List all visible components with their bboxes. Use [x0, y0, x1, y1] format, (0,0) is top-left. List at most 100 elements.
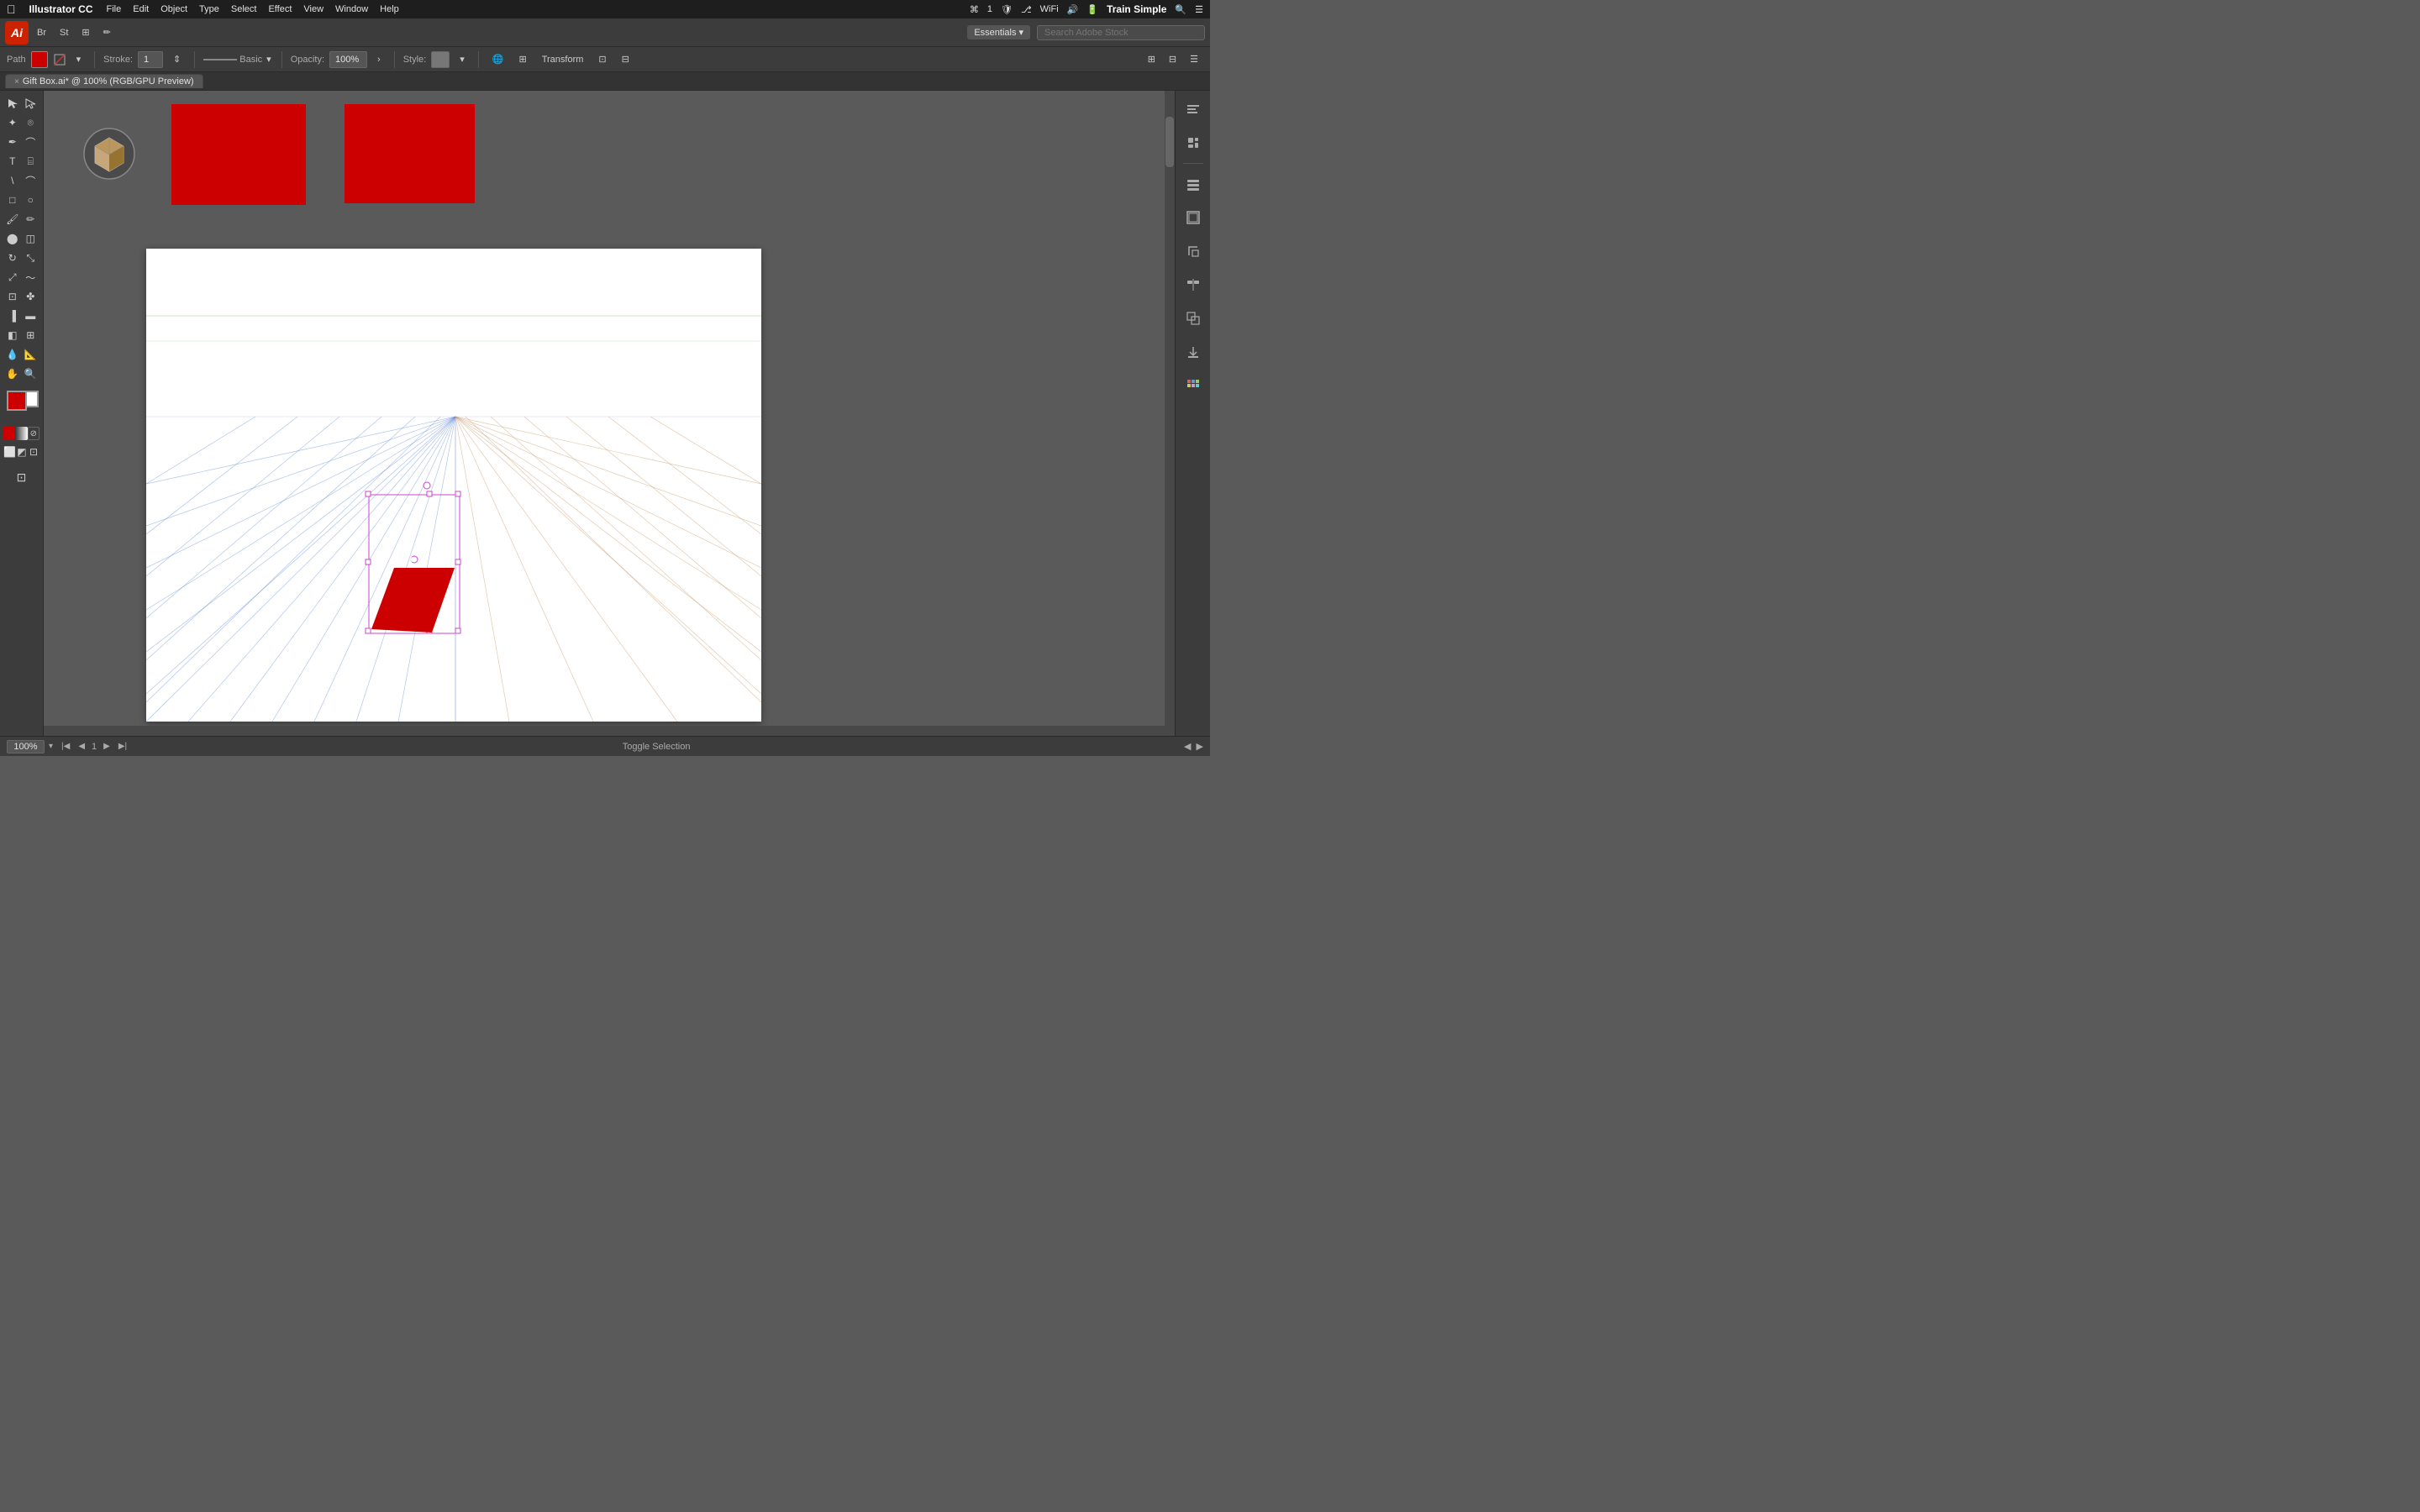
draw-mode-button[interactable]: ⊡ [10, 465, 34, 489]
opacity-more-button[interactable]: › [372, 53, 386, 66]
asset-export-icon[interactable] [1180, 339, 1207, 365]
spotlight-icon[interactable]: 🔍 [1175, 4, 1186, 15]
bounding-box-button[interactable]: ⊡ [593, 52, 611, 66]
ellipse-tool[interactable]: ○ [22, 191, 40, 209]
fill-none-button[interactable] [53, 53, 66, 66]
notification-center-icon[interactable]: ☰ [1195, 4, 1203, 15]
zoom-input[interactable]: 100% [7, 740, 45, 753]
reshape-tool[interactable]: ⤢ [3, 268, 22, 286]
right-panel-divider [1183, 163, 1203, 164]
stroke-options-button[interactable]: ▾ [71, 52, 87, 66]
mesh-tool[interactable]: ⊞ [22, 326, 40, 344]
style-value-box[interactable] [431, 51, 450, 68]
document-tab[interactable]: × Gift Box.ai* @ 100% (RGB/GPU Preview) [5, 74, 203, 88]
horizontal-scrollbar[interactable] [44, 726, 1165, 736]
pathfinder-panel-icon[interactable] [1180, 305, 1207, 332]
arc-tool[interactable]: ⌒ [22, 171, 40, 190]
opacity-value-box[interactable]: 100% [329, 51, 367, 68]
stroke-weight-box[interactable]: 1 [138, 51, 163, 68]
transform-panel-icon[interactable] [1180, 238, 1207, 265]
paintbrush-tool[interactable]: 🖌 [3, 210, 22, 228]
free-transform-tool[interactable]: ⊡ [3, 287, 22, 306]
apple-menu[interactable]:  [7, 3, 16, 16]
no-color-button[interactable]: ⊘ [28, 427, 39, 440]
stroke-type-dropdown[interactable]: ▾ [265, 54, 273, 65]
menu-file[interactable]: File [107, 4, 122, 14]
hand-tool[interactable]: ✋ [3, 365, 22, 383]
eraser-tool[interactable]: ◫ [22, 229, 40, 248]
gradient-stroke-button[interactable]: ◩ [16, 443, 28, 461]
tab-close-button[interactable]: × [14, 77, 19, 87]
vscroll-thumb[interactable] [1165, 117, 1174, 167]
menu-select[interactable]: Select [231, 4, 257, 14]
stroke-weight-stepper[interactable]: ⇕ [168, 52, 186, 66]
more-options-button[interactable]: ☰ [1185, 52, 1203, 66]
menu-edit[interactable]: Edit [133, 4, 149, 14]
menu-help[interactable]: Help [380, 4, 399, 14]
eyedropper-tool[interactable]: 💧 [3, 345, 22, 364]
foreground-color[interactable] [7, 391, 27, 411]
line-tool[interactable]: \ [3, 171, 22, 190]
essentials-dropdown[interactable]: Essentials ▾ [967, 25, 1030, 39]
next-page-button[interactable]: ▶ [102, 742, 112, 751]
vertical-scrollbar[interactable] [1165, 91, 1175, 736]
canvas-area[interactable] [44, 91, 1175, 736]
rect-tool[interactable]: □ [3, 191, 22, 209]
swatches-panel-icon[interactable] [1180, 372, 1207, 399]
lasso-tool[interactable]: ⌾ [22, 113, 40, 132]
bar-chart-tool[interactable]: ▬ [22, 307, 40, 325]
layers-panel-icon[interactable] [1180, 171, 1207, 197]
zoom-tool[interactable]: 🔍 [22, 365, 40, 383]
prev-page-button[interactable]: ◀ [76, 742, 87, 751]
column-chart-tool[interactable]: ▐ [3, 307, 22, 325]
color-button[interactable] [3, 427, 15, 440]
last-page-button[interactable]: ▶| [117, 742, 129, 751]
blob-brush-tool[interactable]: ⬤ [3, 229, 22, 248]
puppet-warp-tool[interactable]: ✤ [22, 287, 40, 306]
menu-type[interactable]: Type [199, 4, 219, 14]
globe-button[interactable]: 🌐 [487, 52, 509, 66]
grid-transform-button[interactable]: ⊞ [513, 52, 531, 66]
selection-tool[interactable] [3, 94, 22, 113]
pen-tool[interactable]: ✒ [3, 133, 22, 151]
properties-panel-icon[interactable] [1180, 96, 1207, 123]
menu-view[interactable]: View [303, 4, 324, 14]
align-button[interactable]: ⊟ [617, 52, 634, 66]
magic-wand-tool[interactable]: ✦ [3, 113, 22, 132]
none-stroke-button[interactable]: ⊡ [28, 443, 39, 461]
warp-tool[interactable]: 〜 [22, 268, 40, 286]
stock-button[interactable]: St [55, 26, 73, 39]
gradient-tool[interactable]: ◧ [3, 326, 22, 344]
status-left-arrow[interactable]: ◀ [1184, 741, 1191, 752]
search-stock-input[interactable] [1037, 25, 1205, 40]
workspace-layout-button[interactable]: ⊞ [76, 25, 94, 39]
area-type-tool[interactable]: ⌸ [22, 152, 40, 171]
fill-color-swatch[interactable] [31, 51, 48, 68]
tool-row-9: ↻ ⤡ [2, 249, 41, 267]
pencil-quick-button[interactable]: ✏ [98, 25, 116, 39]
menu-object[interactable]: Object [160, 4, 187, 14]
artboards-panel-icon[interactable] [1180, 204, 1207, 231]
curvature-tool[interactable]: ⌒ [22, 133, 40, 151]
menu-window[interactable]: Window [335, 4, 368, 14]
type-tool[interactable]: T [3, 152, 22, 171]
measure-tool[interactable]: 📐 [22, 345, 40, 364]
pencil-tool[interactable]: ✏ [22, 210, 40, 228]
style-dropdown[interactable]: ▾ [455, 52, 470, 66]
stroke-mode-button[interactable]: ⬜ [3, 443, 16, 461]
bridge-button[interactable]: Br [32, 26, 51, 39]
align-panel-icon[interactable] [1180, 271, 1207, 298]
arrange-windows-button[interactable]: ⊞ [1143, 52, 1160, 66]
direct-select-tool[interactable] [22, 94, 40, 113]
scale-tool[interactable]: ⤡ [22, 249, 40, 267]
libraries-panel-icon[interactable] [1180, 129, 1207, 156]
panel-toggle-button[interactable]: ⊟ [1164, 52, 1181, 66]
status-right-arrow[interactable]: ▶ [1197, 741, 1203, 752]
transform-button[interactable]: Transform [537, 53, 589, 66]
compass-widget[interactable] [82, 126, 137, 181]
rotate-tool[interactable]: ↻ [3, 249, 22, 267]
gradient-mode-button[interactable] [15, 427, 27, 440]
zoom-dropdown[interactable]: ▾ [47, 742, 55, 751]
first-page-button[interactable]: |◀ [60, 742, 71, 751]
menu-effect[interactable]: Effect [268, 4, 292, 14]
